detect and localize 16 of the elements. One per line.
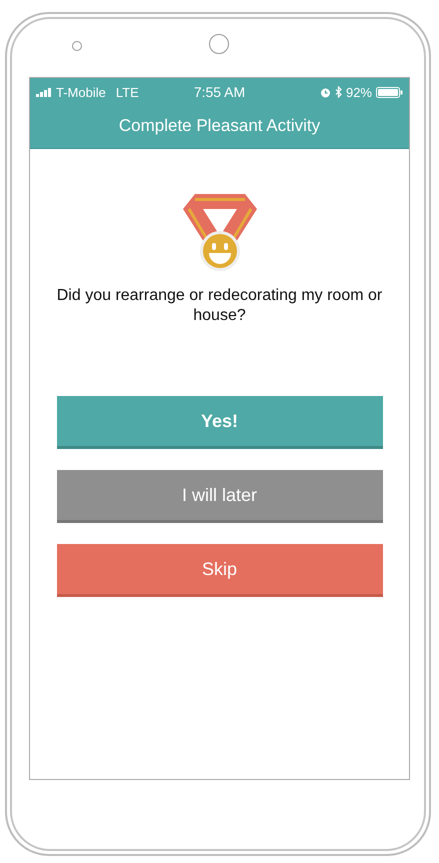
- later-button[interactable]: I will later: [56, 470, 382, 523]
- battery-percent: 92%: [346, 84, 372, 100]
- battery-icon: [376, 86, 403, 98]
- network-type: LTE: [116, 84, 139, 100]
- screen-title: Complete Pleasant Activity: [118, 116, 320, 136]
- medal-icon: [180, 192, 258, 272]
- signal-icon: [36, 88, 52, 96]
- camera-icon: [209, 34, 229, 54]
- alarm-clock-icon: [320, 86, 331, 98]
- question-text: Did you rearrange or redecorating my room or house?: [56, 286, 384, 326]
- carrier-name: T-Mobile: [56, 84, 106, 100]
- sensor-icon: [72, 41, 82, 51]
- yes-button[interactable]: Yes!: [56, 396, 382, 449]
- clock-time: 7:55 AM: [194, 84, 246, 100]
- bluetooth-icon: [334, 86, 342, 98]
- skip-button[interactable]: Skip: [56, 544, 382, 597]
